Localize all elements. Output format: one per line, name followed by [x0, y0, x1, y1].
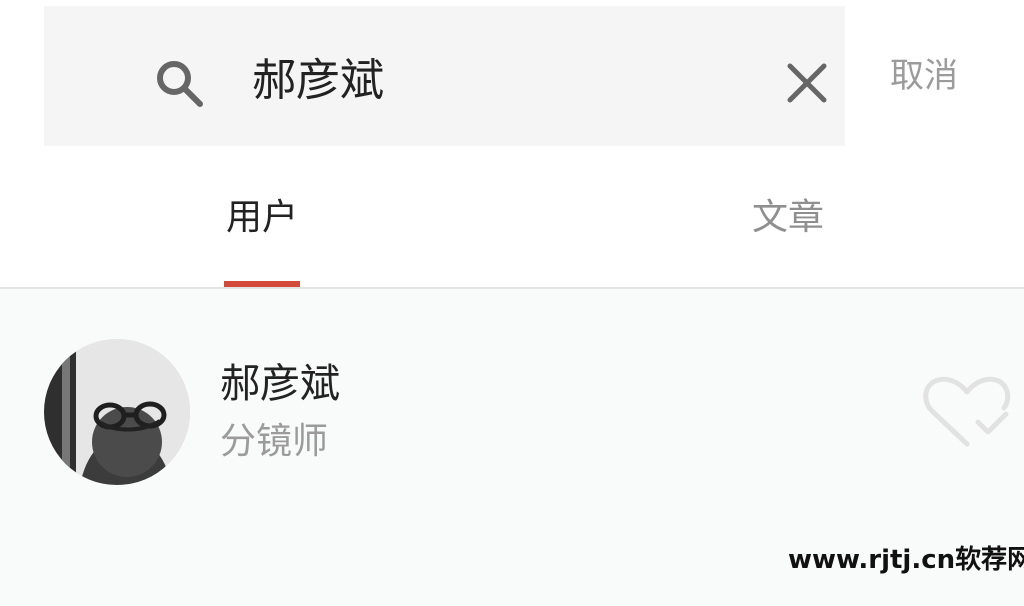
- tab-users[interactable]: 用户: [226, 194, 298, 242]
- search-bar[interactable]: 郝彦斌: [44, 6, 845, 146]
- user-role: 分镜师: [220, 421, 329, 462]
- close-icon[interactable]: [784, 60, 830, 106]
- tab-bar: 用户 文章: [0, 146, 1024, 287]
- heart-check-icon[interactable]: [922, 374, 1012, 454]
- avatar[interactable]: [44, 339, 190, 485]
- list-item[interactable]: 郝彦斌 分镜师: [0, 289, 1024, 519]
- tab-articles[interactable]: 文章: [752, 194, 824, 242]
- search-icon: [157, 61, 203, 107]
- search-input[interactable]: 郝彦斌: [252, 48, 384, 114]
- watermark: www.rjtj.cn软荐网: [788, 545, 1024, 575]
- cancel-button[interactable]: 取消: [890, 52, 958, 100]
- user-name: 郝彦斌: [220, 361, 340, 407]
